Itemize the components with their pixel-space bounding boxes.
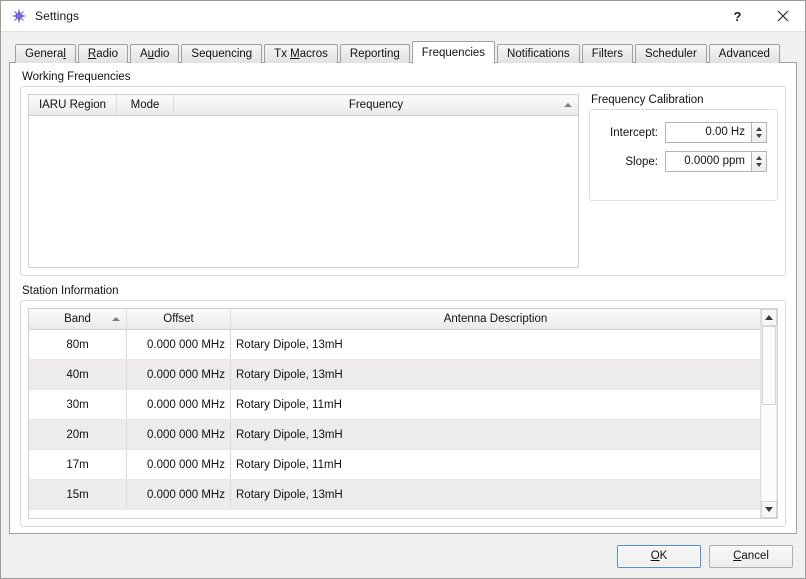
- intercept-spin-buttons[interactable]: [751, 122, 767, 143]
- table-row[interactable]: 80m 0.000 000 MHz Rotary Dipole, 13mH: [29, 330, 760, 360]
- cell-antenna-description: Rotary Dipole, 13mH: [236, 428, 343, 441]
- cancel-button[interactable]: Cancel: [709, 544, 793, 568]
- tab-tx-macros[interactable]: Tx Macros: [264, 44, 338, 63]
- ok-button[interactable]: OK: [617, 544, 701, 568]
- scrollbar-track[interactable]: [761, 326, 777, 501]
- table-row[interactable]: 15m 0.000 000 MHz Rotary Dipole, 13mH: [29, 480, 760, 510]
- station-table-columns-area: Band Offset Antenna Description 80m 0.000…: [29, 309, 760, 518]
- slope-label: Slope:: [625, 155, 658, 168]
- cell-band: 17m: [29, 450, 127, 479]
- cell-band: 80m: [29, 330, 127, 359]
- tab-audio[interactable]: Audio: [129, 44, 180, 63]
- scrollbar-down-button[interactable]: [761, 501, 777, 518]
- spin-up-icon[interactable]: [756, 156, 762, 160]
- cell-antenna-description: Rotary Dipole, 13mH: [236, 338, 343, 351]
- cell-offset: 0.000 000 MHz: [127, 330, 231, 359]
- working-frequencies-section: Working Frequencies IARU Region Mode Fre…: [20, 71, 786, 276]
- tab-strip: General Radio Audio Sequencing Tx Macros Repo…: [9, 40, 797, 64]
- intercept-field-row: Intercept: 0.00 Hz: [592, 122, 767, 143]
- frequency-calibration-section: Frequency Calibration Intercept: 0.00 Hz: [589, 94, 778, 268]
- station-information-title: Station Information: [22, 285, 119, 297]
- app-star-icon: [11, 8, 27, 24]
- cell-antenna-description: Rotary Dipole, 11mH: [236, 458, 342, 471]
- tab-filters[interactable]: Filters: [581, 44, 633, 63]
- intercept-input[interactable]: 0.00 Hz: [665, 122, 751, 143]
- tab-advanced[interactable]: Advanced: [708, 44, 780, 63]
- cell-antenna-description: Rotary Dipole, 13mH: [236, 488, 343, 501]
- working-frequencies-table[interactable]: IARU Region Mode Frequency: [28, 94, 579, 268]
- column-header-mode[interactable]: Mode: [117, 95, 174, 115]
- sort-ascending-icon: [112, 317, 120, 321]
- spin-down-icon[interactable]: [756, 163, 762, 167]
- spin-up-icon[interactable]: [756, 127, 762, 131]
- column-header-offset[interactable]: Offset: [127, 309, 231, 329]
- dialog-body: General Radio Audio Sequencing Tx Macros Repo…: [1, 32, 805, 534]
- working-frequencies-group: IARU Region Mode Frequency Frequency Cal…: [20, 86, 786, 276]
- cell-offset: 0.000 000 MHz: [127, 420, 231, 449]
- cell-antenna-description: Rotary Dipole, 13mH: [236, 368, 343, 381]
- scrollbar-up-button[interactable]: [761, 309, 777, 326]
- tab-notifications[interactable]: Notifications: [497, 44, 580, 63]
- window-title: Settings: [35, 9, 80, 23]
- title-bar: Settings ?: [1, 1, 805, 32]
- tab-reporting[interactable]: Reporting: [339, 44, 410, 63]
- column-header-antenna-description[interactable]: Antenna Description: [231, 309, 760, 329]
- intercept-label: Intercept:: [610, 126, 658, 139]
- station-table-body[interactable]: 80m 0.000 000 MHz Rotary Dipole, 13mH 40m 0.…: [29, 330, 760, 518]
- tab-frequencies[interactable]: Frequencies: [411, 41, 496, 64]
- column-header-frequency-label: Frequency: [348, 99, 404, 111]
- cell-band: 40m: [29, 360, 127, 389]
- close-button[interactable]: [760, 2, 805, 31]
- column-header-iaru-region[interactable]: IARU Region: [29, 95, 117, 115]
- column-header-band[interactable]: Band: [29, 309, 127, 329]
- cancel-button-label: Cancel: [733, 550, 769, 562]
- cell-band: 15m: [29, 480, 127, 509]
- tab-sequencing[interactable]: Sequencing: [181, 44, 263, 63]
- table-row[interactable]: 40m 0.000 000 MHz Rotary Dipole, 13mH: [29, 360, 760, 390]
- frequency-calibration-title: Frequency Calibration: [591, 94, 704, 106]
- station-header-row: Band Offset Antenna Description: [29, 309, 760, 330]
- column-header-frequency[interactable]: Frequency: [174, 95, 578, 115]
- table-row[interactable]: 20m 0.000 000 MHz Rotary Dipole, 13mH: [29, 420, 760, 450]
- working-frequencies-header-row: IARU Region Mode Frequency: [29, 95, 578, 116]
- cell-band: 30m: [29, 390, 127, 419]
- working-frequencies-title: Working Frequencies: [22, 71, 131, 83]
- station-table-vertical-scrollbar[interactable]: [760, 309, 777, 518]
- slope-field-row: Slope: 0.0000 ppm: [592, 151, 767, 172]
- table-row[interactable]: 17m 0.000 000 MHz Rotary Dipole, 11mH: [29, 450, 760, 480]
- spin-down-icon[interactable]: [756, 134, 762, 138]
- cell-antenna-description: Rotary Dipole, 11mH: [236, 398, 342, 411]
- tab-radio[interactable]: Radio: [77, 44, 128, 63]
- tab-general[interactable]: General: [15, 44, 76, 63]
- scrollbar-thumb[interactable]: [762, 326, 776, 405]
- cell-offset: 0.000 000 MHz: [127, 360, 231, 389]
- working-frequencies-body[interactable]: [29, 116, 578, 267]
- ok-button-label: OK: [650, 550, 668, 562]
- slope-spinner[interactable]: 0.0000 ppm: [665, 151, 767, 172]
- station-information-table[interactable]: Band Offset Antenna Description 80m 0.000…: [28, 308, 778, 519]
- close-icon: [777, 10, 788, 22]
- dialog-footer: OK Cancel: [1, 534, 805, 578]
- scroll-down-icon: [765, 507, 773, 512]
- column-header-band-label: Band: [64, 313, 91, 325]
- cell-offset: 0.000 000 MHz: [127, 450, 231, 479]
- settings-dialog-window: Settings ? General Radio Audio Sequencing Tx…: [0, 0, 806, 579]
- station-information-section: Station Information Band Offset Antenna …: [20, 285, 786, 527]
- cell-offset: 0.000 000 MHz: [127, 390, 231, 419]
- scroll-up-icon: [765, 315, 773, 320]
- cell-offset: 0.000 000 MHz: [127, 480, 231, 509]
- table-row[interactable]: 30m 0.000 000 MHz Rotary Dipole, 11mH: [29, 390, 760, 420]
- frequency-calibration-group: Intercept: 0.00 Hz Slope: 0.0000 ppm: [589, 109, 778, 201]
- cell-band: 20m: [29, 420, 127, 449]
- station-information-group: Band Offset Antenna Description 80m 0.000…: [20, 300, 786, 527]
- frequencies-tab-panel: Working Frequencies IARU Region Mode Fre…: [9, 62, 797, 534]
- help-button[interactable]: ?: [715, 2, 760, 31]
- sort-ascending-icon: [564, 103, 572, 107]
- slope-input[interactable]: 0.0000 ppm: [665, 151, 751, 172]
- tab-scheduler[interactable]: Scheduler: [635, 44, 707, 63]
- slope-spin-buttons[interactable]: [751, 151, 767, 172]
- intercept-spinner[interactable]: 0.00 Hz: [665, 122, 767, 143]
